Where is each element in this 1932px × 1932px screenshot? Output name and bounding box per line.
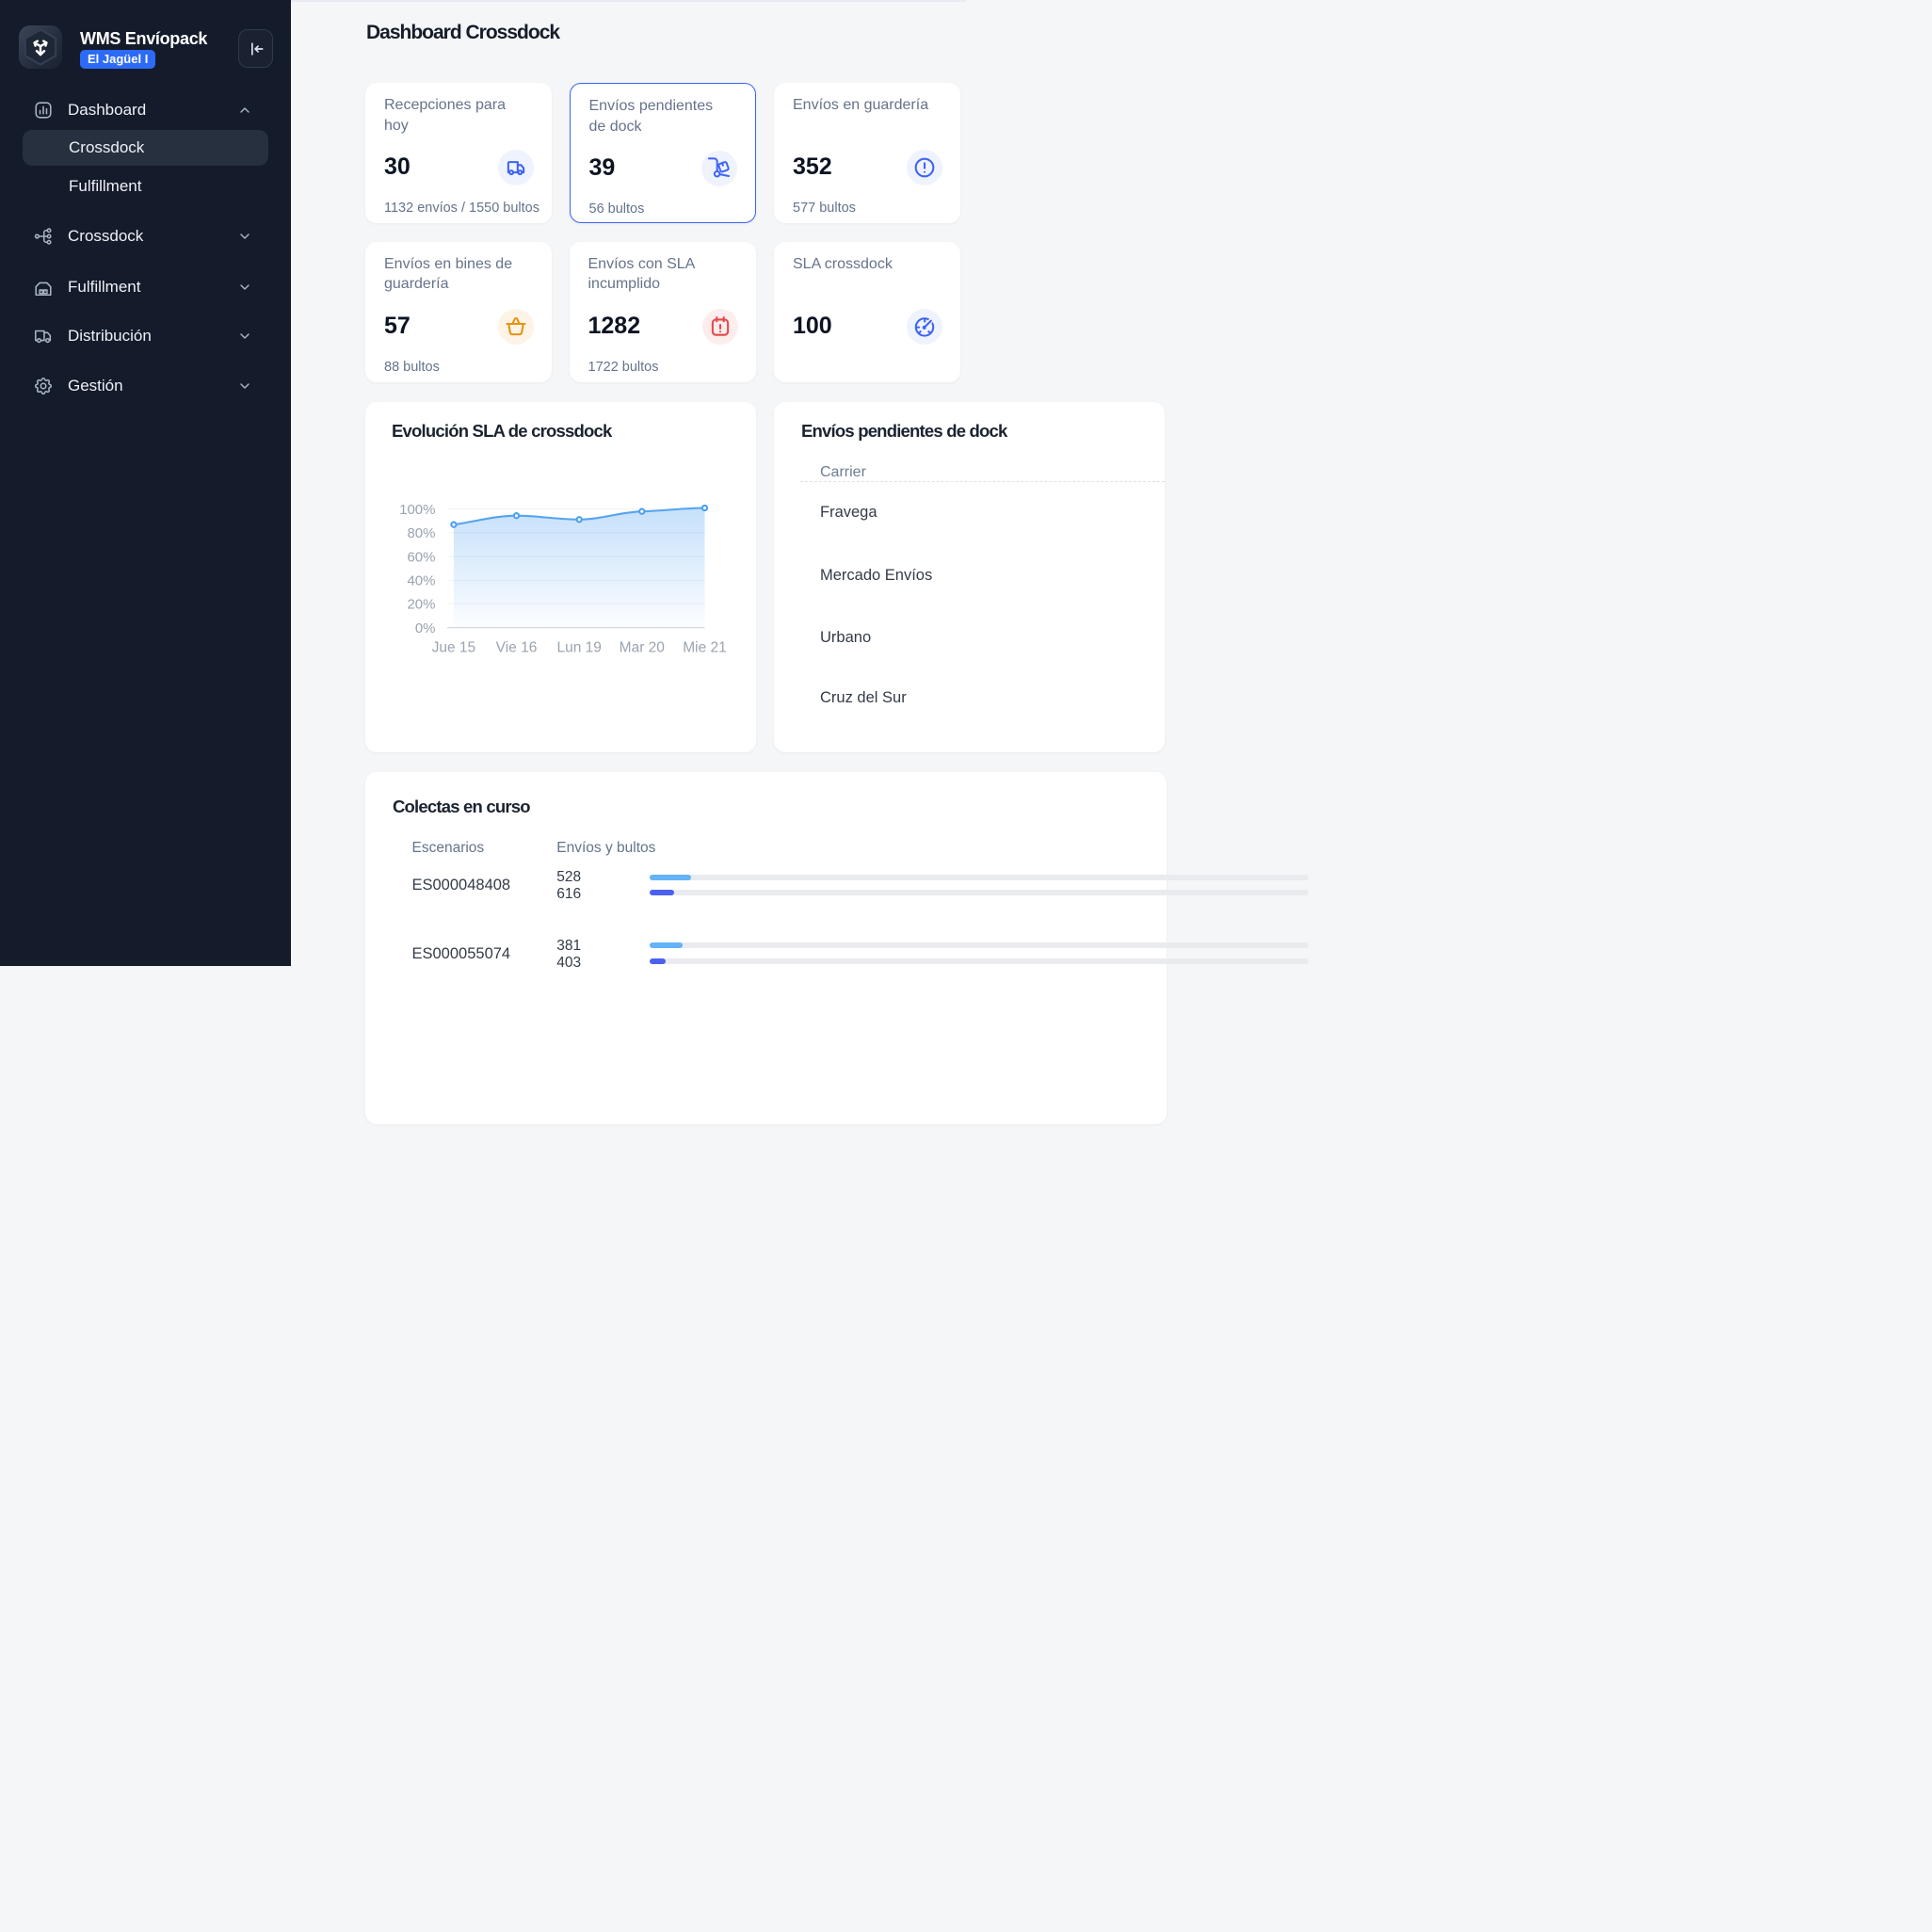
svg-text:0%: 0%	[415, 620, 436, 636]
svg-text:20%: 20%	[407, 597, 435, 613]
svg-text:Mar 20: Mar 20	[620, 640, 666, 656]
svg-text:40%: 40%	[407, 572, 435, 588]
svg-text:Lun 19: Lun 19	[556, 640, 601, 656]
svg-text:Vie 16: Vie 16	[496, 640, 538, 656]
svg-text:100%: 100%	[399, 502, 435, 518]
svg-text:80%: 80%	[407, 525, 435, 541]
svg-text:Mie 21: Mie 21	[683, 640, 727, 656]
svg-text:60%: 60%	[407, 549, 435, 565]
svg-text:Jue 15: Jue 15	[432, 640, 476, 656]
